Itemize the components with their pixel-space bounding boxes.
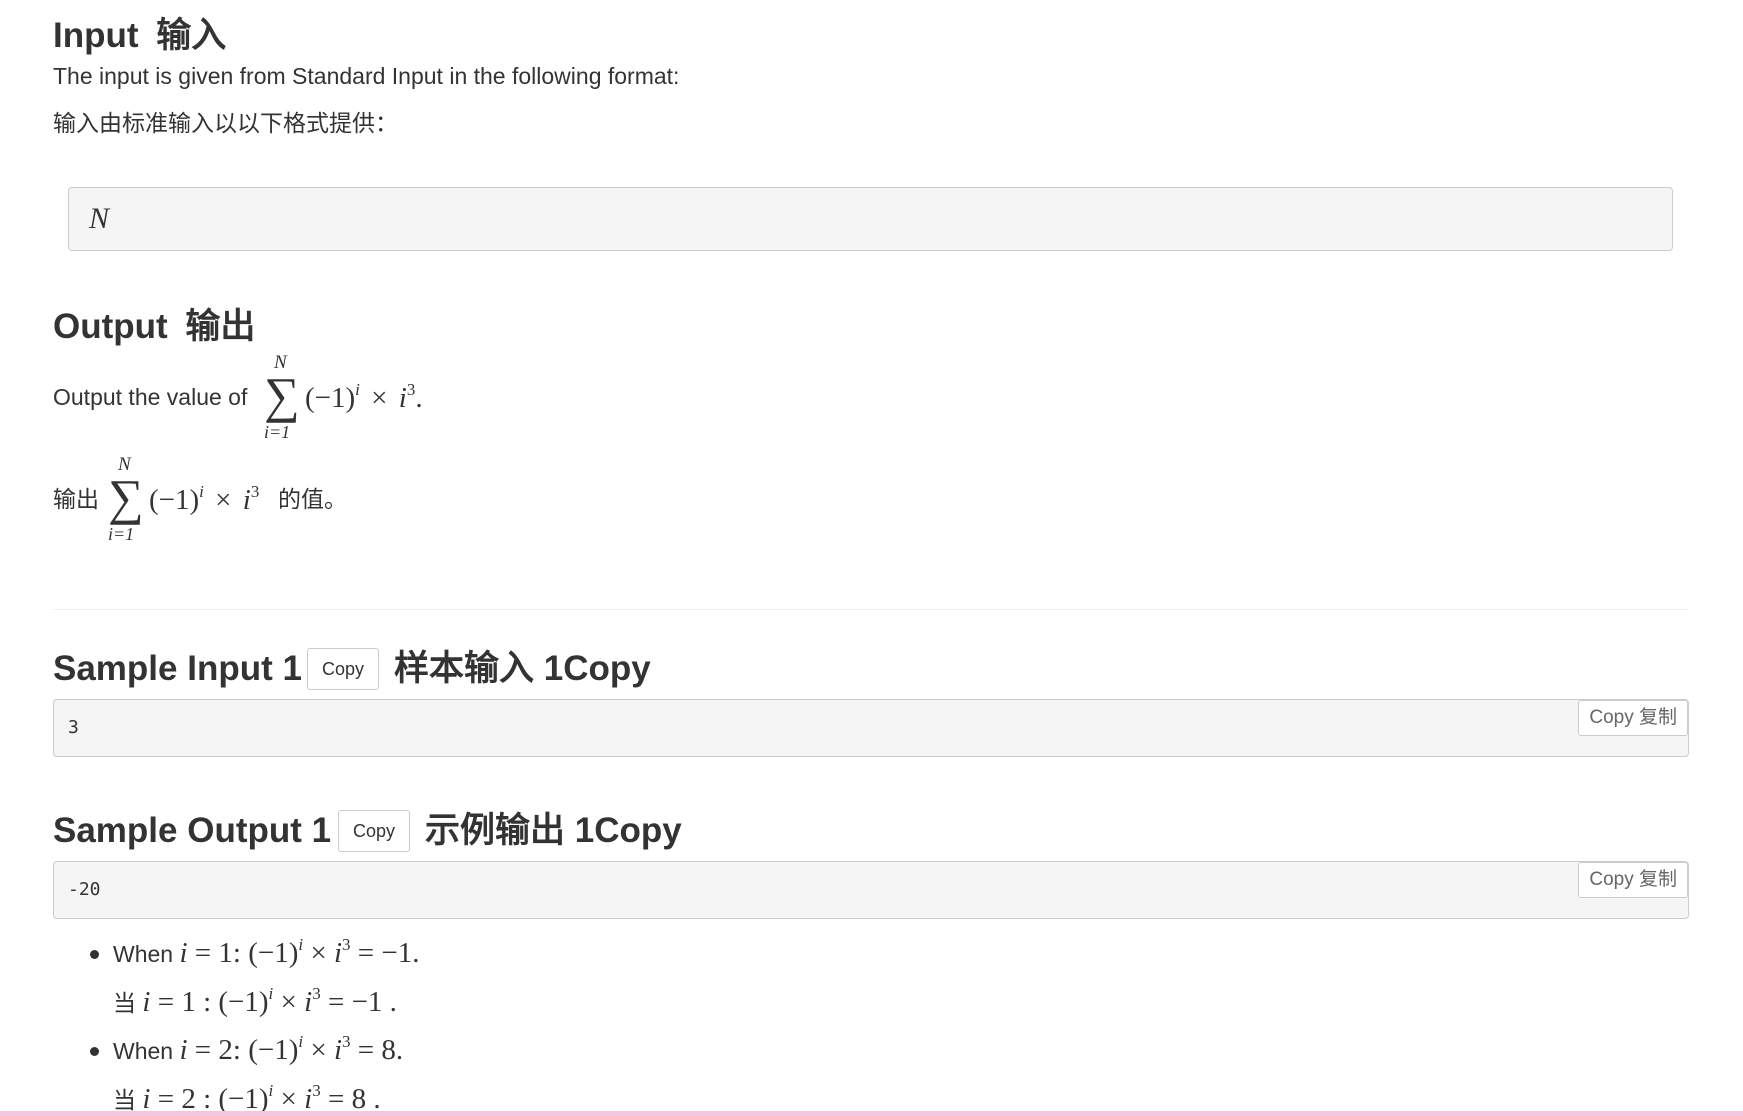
input-format-box: N	[68, 187, 1673, 251]
input-heading-cn: 输入	[156, 16, 227, 55]
expr-period-en: .	[415, 382, 423, 414]
explanation-1-en: When i = 1: (−1)i × i3 = −1.	[113, 935, 420, 970]
output-heading-en: Output	[53, 307, 168, 346]
bottom-accent-bar	[0, 1111, 1743, 1116]
expr-times-cn: ×	[215, 484, 232, 516]
bullet-2	[90, 1047, 99, 1056]
sum-body-cn: (−1)i × i3	[149, 482, 259, 517]
explanation-1-cn-prefix: 当	[113, 990, 136, 1016]
input-heading: Input 输入	[53, 18, 226, 53]
output-desc-cn-suffix: 的值。	[278, 486, 347, 512]
bullet-1	[90, 950, 99, 959]
sigma-symbol-cn: ∑	[108, 469, 144, 525]
expr-pow-cn: 3	[250, 482, 260, 501]
expr-times-en: ×	[371, 382, 388, 414]
sample-output-box: -20 Copy 复制	[53, 861, 1689, 919]
sample-input-box: 3 Copy 复制	[53, 699, 1689, 757]
output-desc-cn-prefix: 输出	[53, 486, 99, 512]
explanation-1-cn-i: 1	[181, 986, 196, 1018]
sum-lower-cn: i=1	[108, 524, 135, 544]
explanation-2-en-prefix: When	[113, 1038, 174, 1064]
sigma-symbol-en: ∑	[264, 367, 300, 423]
sample-output-copy-cn-button[interactable]: Copy 复制	[1578, 862, 1688, 898]
input-desc-cn: 输入由标准输入以以下格式提供：	[53, 110, 398, 136]
expr-exp-cn: i	[199, 482, 204, 501]
explanation-1-en-math: i = 1: (−1)i × i3 = −1.	[179, 935, 420, 969]
sample-input-heading-cn: 样本输入 1Copy	[394, 649, 651, 688]
explanation-2-en-math: i = 2: (−1)i × i3 = 8.	[179, 1032, 404, 1066]
output-desc-en: Output the value of	[53, 384, 248, 410]
expr-base-en: (−1)	[305, 382, 356, 414]
explanation-2-cn-prefix: 当	[113, 1087, 136, 1113]
explanation-1-result: −1	[381, 937, 413, 969]
sample-input-copy-button[interactable]: Copy	[307, 648, 380, 690]
explanation-1-cn-math: i = 1 : (−1)i × i3 = −1 .	[142, 984, 397, 1018]
output-heading: Output 输出	[53, 309, 255, 344]
section-divider	[53, 609, 1689, 610]
input-desc-en: The input is given from Standard Input i…	[53, 63, 680, 89]
input-format-var: N	[89, 202, 110, 235]
explanation-1-cn: 当 i = 1 : (−1)i × i3 = −1 .	[113, 984, 397, 1019]
sample-input-code: 3	[68, 717, 79, 738]
explanation-1-en-prefix: When	[113, 941, 174, 967]
explanation-2-result: 8	[381, 1034, 396, 1066]
input-heading-en: Input	[53, 16, 139, 55]
sample-input-copy-cn-button[interactable]: Copy 复制	[1578, 700, 1688, 736]
explanation-1-i: 1	[218, 937, 233, 969]
sample-output-heading-en: Sample Output 1	[53, 811, 332, 850]
explanation-2-i: 2	[218, 1034, 233, 1066]
explanation-2-en: When i = 2: (−1)i × i3 = 8.	[113, 1032, 403, 1067]
sum-lower-en: i=1	[264, 422, 291, 442]
sample-input-heading-en: Sample Input 1	[53, 649, 302, 688]
explanation-1-cn-result: −1	[351, 986, 383, 1018]
sample-output-heading-cn: 示例输出 1Copy	[425, 811, 682, 850]
expr-var-cn: i	[242, 484, 251, 516]
sample-output-copy-button[interactable]: Copy	[338, 810, 411, 852]
expr-exp-en: i	[355, 380, 360, 399]
sum-body-en: (−1)i × i3.	[305, 380, 423, 415]
expr-base-cn: (−1)	[149, 484, 200, 516]
sample-output-code: -20	[68, 879, 101, 900]
expr-var-en: i	[398, 382, 407, 414]
output-heading-cn: 输出	[185, 307, 256, 346]
